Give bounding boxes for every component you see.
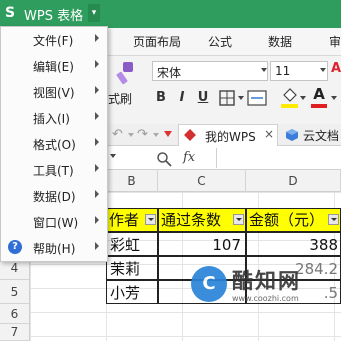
font-grow-icon[interactable]: A xyxy=(331,61,341,81)
menu-item-label: 插入(I) xyxy=(33,112,70,126)
submenu-arrow-icon xyxy=(95,60,99,68)
submenu-arrow-icon xyxy=(95,34,99,42)
header-label: 通过条数 xyxy=(161,211,222,229)
borders-dropdown-icon[interactable] xyxy=(238,96,244,100)
header-label: 金额（元） xyxy=(249,211,325,229)
cube-icon xyxy=(286,129,298,141)
menu-item-label: 帮助(H) xyxy=(33,242,76,256)
menu-item-view[interactable]: 视图(V) xyxy=(1,79,106,105)
menu-item-label: 视图(V) xyxy=(33,86,75,100)
submenu-arrow-icon xyxy=(95,138,99,146)
app-title: WPS 表格 xyxy=(24,9,84,24)
format-painter-button[interactable]: 式刷 xyxy=(108,58,144,110)
redo-dropdown-icon[interactable] xyxy=(153,133,159,137)
doc-tab-cloud-docs[interactable]: 云文档 xyxy=(283,124,341,146)
menu-item-label: 编辑(E) xyxy=(33,60,74,74)
chevron-down-icon[interactable]: ▾ xyxy=(88,4,100,22)
row-header[interactable]: 5 xyxy=(0,280,30,304)
watermark-name: 酷知网 xyxy=(232,269,301,293)
menu-item-label: 格式(O) xyxy=(33,138,76,152)
doc-tab-my-wps[interactable]: 我的WPS × xyxy=(178,124,278,146)
menu-item-edit[interactable]: 编辑(E) xyxy=(1,53,106,79)
coozhi-logo-icon: C xyxy=(191,266,227,302)
filter-dropdown-icon[interactable] xyxy=(328,214,339,225)
undo-icon[interactable]: ↶ xyxy=(112,127,123,142)
font-size-dropdown-icon[interactable] xyxy=(320,68,326,72)
wps-home-icon xyxy=(184,129,196,141)
row-header[interactable]: 6 xyxy=(0,304,30,324)
cell-author[interactable]: 彩虹 xyxy=(106,232,158,256)
cell-author[interactable]: 茉莉 xyxy=(106,256,158,280)
menu-item-tools[interactable]: 工具(T) xyxy=(1,157,106,183)
submenu-arrow-icon xyxy=(95,216,99,224)
submenu-arrow-icon xyxy=(95,86,99,94)
cell-amount[interactable]: 388 xyxy=(246,232,341,256)
header-cell-count[interactable]: 通过条数 xyxy=(158,208,246,232)
name-box-dropdown-icon[interactable] xyxy=(110,154,116,158)
wps-menu-button[interactable]: S WPS 表格 ▾ xyxy=(0,0,100,26)
borders-icon[interactable] xyxy=(219,90,235,106)
formula-input[interactable] xyxy=(216,148,341,168)
tab-formulas[interactable]: 公式 xyxy=(208,33,232,50)
tab-data[interactable]: 数据 xyxy=(268,33,292,50)
column-header-d[interactable]: D xyxy=(246,170,341,192)
fx-icon[interactable]: fx xyxy=(183,150,195,165)
menu-item-label: 文件(F) xyxy=(33,34,74,48)
font-color-swatch xyxy=(311,104,327,108)
italic-button[interactable]: I xyxy=(174,89,190,107)
close-icon[interactable]: × xyxy=(264,127,274,141)
font-name-dropdown-icon[interactable] xyxy=(261,68,267,72)
wps-logo-icon: S xyxy=(5,5,16,21)
menu-item-window[interactable]: 窗口(W) xyxy=(1,209,106,235)
redo-icon[interactable]: ↷ xyxy=(137,127,148,142)
underline-button[interactable]: U xyxy=(195,89,211,107)
format-painter-label: 式刷 xyxy=(108,92,133,106)
bold-button[interactable]: B xyxy=(153,89,169,107)
header-label: 作者 xyxy=(109,211,140,229)
cell-author[interactable]: 小芳 xyxy=(106,280,158,304)
submenu-arrow-icon xyxy=(95,164,99,172)
font-name-value: 宋体 xyxy=(157,66,182,80)
undo-dropdown-icon[interactable] xyxy=(128,133,134,137)
menu-item-insert[interactable]: 插入(I) xyxy=(1,105,106,131)
submenu-arrow-icon xyxy=(95,190,99,198)
font-size-value: 11 xyxy=(275,64,291,78)
menu-item-data[interactable]: 数据(D) xyxy=(1,183,106,209)
brush-icon xyxy=(116,62,133,85)
filter-dropdown-icon[interactable] xyxy=(145,214,156,225)
header-cell-author[interactable]: 作者 xyxy=(106,208,158,232)
font-color-dropdown-icon[interactable] xyxy=(331,96,337,100)
merge-cells-icon[interactable] xyxy=(247,89,267,107)
column-header-b[interactable]: B xyxy=(106,170,158,192)
menu-item-label: 数据(D) xyxy=(33,190,76,204)
header-cell-amount[interactable]: 金额（元） xyxy=(246,208,341,232)
submenu-arrow-icon xyxy=(95,112,99,120)
tab-review[interactable]: 审 xyxy=(329,33,341,50)
help-icon: ? xyxy=(8,240,22,254)
row-header[interactable]: 7 xyxy=(0,324,30,341)
doc-tab-label: 云文档 xyxy=(303,129,340,143)
menu-item-format[interactable]: 格式(O) xyxy=(1,131,106,157)
title-bar xyxy=(100,0,341,28)
submenu-arrow-icon xyxy=(95,242,99,250)
cell-count[interactable]: 107 xyxy=(158,232,246,256)
menu-item-label: 窗口(W) xyxy=(33,216,79,230)
zoom-icon[interactable] xyxy=(156,151,172,167)
tab-list-icon[interactable] xyxy=(164,131,172,137)
doc-tab-label: 我的WPS xyxy=(205,130,256,144)
fill-color-icon[interactable] xyxy=(280,87,300,109)
column-header-c[interactable]: C xyxy=(158,170,246,192)
fill-color-dropdown-icon[interactable] xyxy=(300,96,306,100)
font-name-field[interactable]: 宋体 xyxy=(152,61,268,81)
watermark-url: www.coozhi.com xyxy=(232,294,299,303)
menu-item-file[interactable]: 文件(F) xyxy=(1,27,106,53)
menu-item-label: 工具(T) xyxy=(33,164,74,178)
tab-page-layout[interactable]: 页面布局 xyxy=(133,33,181,50)
filter-dropdown-icon[interactable] xyxy=(233,214,244,225)
